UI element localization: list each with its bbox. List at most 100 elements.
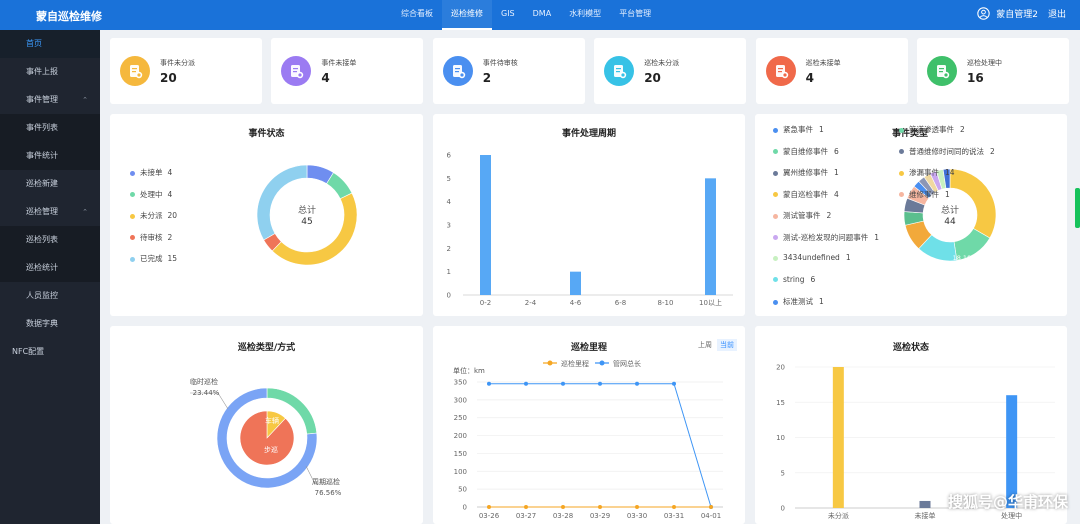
legend-label: 标准测试 [783, 297, 813, 306]
nav-tab[interactable]: GIS [492, 0, 524, 30]
series-line[interactable] [489, 383, 712, 508]
nav-tab[interactable]: 平台管理 [610, 0, 660, 30]
stat-value: 20 [644, 71, 661, 85]
sidebar-item[interactable]: 首页 [0, 30, 100, 58]
sidebar-item[interactable]: 巡检统计 [0, 254, 100, 282]
sidebar-item[interactable]: 事件列表 [0, 114, 100, 142]
nav-tab[interactable]: 综合看板 [392, 0, 442, 30]
legend-item[interactable]: 紧急事件 1 [773, 124, 824, 135]
stat-label: 事件未分派 [160, 59, 195, 67]
stat-card[interactable]: 巡检未分派 20 [594, 38, 747, 104]
data-point[interactable] [598, 381, 602, 386]
top-nav: 综合看板 巡检维修 GIS DMA 水利模型 平台管理 [392, 0, 660, 30]
y-tick-label: 0 [781, 505, 785, 513]
legend-dot-icon [773, 127, 778, 133]
legend-item[interactable]: 管道渗透事件 2 [899, 124, 965, 135]
bar[interactable] [919, 500, 931, 508]
sidebar-item[interactable]: 巡检新建 [0, 170, 100, 198]
legend-label: 测试管事件 [783, 211, 821, 220]
slice-pct-label: 2.27% [1005, 224, 1026, 232]
legend-item[interactable]: 标准测试 1 [773, 296, 824, 307]
data-point[interactable] [487, 381, 491, 386]
sidebar-item-label: 事件上报 [26, 67, 58, 76]
stat-card[interactable]: 事件未分派 20 [110, 38, 262, 104]
legend-item[interactable]: 蒙自巡检事件 4 [773, 189, 839, 200]
nav-tab[interactable]: DMA [524, 0, 561, 30]
sidebar-item[interactable]: 人员监控 [0, 282, 100, 310]
legend-marker-icon [599, 360, 605, 366]
stat-card[interactable]: 事件未接单 4 [271, 38, 424, 104]
legend-item[interactable]: 测试-巡检发现的问题事件 1 [773, 232, 879, 243]
data-point[interactable] [487, 505, 491, 509]
stat-value: 20 [160, 71, 177, 85]
sidebar-item[interactable]: 事件管理 ⌃ [0, 86, 100, 114]
sidebar-item[interactable]: 巡检管理 ⌃ [0, 198, 100, 226]
nav-tab[interactable]: 巡检维修 [442, 0, 492, 30]
data-point[interactable] [672, 505, 676, 509]
user-avatar-icon[interactable] [977, 7, 990, 20]
stat-card[interactable]: 事件待审核 2 [432, 38, 585, 104]
page-scrollbar[interactable] [1075, 188, 1080, 228]
data-point[interactable] [561, 381, 565, 386]
data-point[interactable] [635, 505, 639, 509]
bar[interactable] [705, 178, 716, 295]
stat-label: 巡检未分派 [644, 59, 680, 67]
legend-item[interactable]: string 6 [773, 275, 815, 284]
event-status-slice[interactable] [271, 192, 358, 266]
x-tick-label: 03-27 [516, 512, 536, 520]
bar[interactable] [832, 367, 844, 508]
sidebar-item[interactable]: 数据字典 [0, 310, 100, 338]
bar[interactable] [570, 271, 581, 295]
y-tick-label: 350 [454, 379, 467, 387]
user-name[interactable]: 蒙自管理2 [996, 7, 1038, 20]
outer-slice-pct: 23.44% [193, 389, 220, 397]
sidebar-item[interactable]: 事件统计 [0, 142, 100, 170]
sidebar-item[interactable]: 巡检列表 [0, 226, 100, 254]
stat-label: 巡检处理中 [967, 59, 1002, 67]
y-tick-label: 50 [458, 486, 467, 494]
legend-dot-icon [773, 277, 778, 282]
legend-item[interactable]: 渗漏事件 14 [899, 167, 955, 178]
y-tick-label: 3 [447, 222, 451, 230]
stat-card[interactable]: 巡检处理中 16 [917, 38, 1069, 104]
data-point[interactable] [672, 381, 676, 386]
legend-item[interactable]: 普通维修时间同的说法 2 [899, 146, 995, 157]
x-tick-label: 8-10 [658, 299, 674, 307]
sidebar-item-label: 事件管理 [26, 95, 58, 104]
y-tick-label: 10 [776, 434, 785, 442]
legend-label: 巡检里程 [561, 359, 589, 368]
legend-value: 1 [845, 253, 851, 262]
stat-card[interactable]: 巡检未接单 4 [755, 38, 908, 104]
data-point[interactable] [561, 505, 565, 509]
outer-slice-name: 临时巡检 [190, 377, 218, 386]
legend-item[interactable]: 翼州维修事件 1 [773, 167, 839, 178]
nav-tab[interactable]: 水利模型 [560, 0, 610, 30]
sidebar-item[interactable]: 事件上报 [0, 58, 100, 86]
y-tick-label: 5 [447, 175, 451, 183]
y-tick-label: 6 [447, 152, 452, 160]
y-tick-label: 1 [447, 268, 451, 276]
bar[interactable] [480, 155, 491, 295]
legend-value: 1 [834, 168, 839, 177]
data-point[interactable] [524, 381, 528, 386]
y-tick-label: 0 [447, 292, 451, 300]
unit-label: 单位：km [453, 366, 485, 375]
outer-slice-pct: 76.56% [315, 489, 342, 497]
sidebar-item[interactable]: NFC配置 [0, 338, 100, 366]
legend-item[interactable]: 蒙自维修事件 6 [773, 146, 839, 157]
data-point[interactable] [709, 505, 713, 509]
legend-label: 3434undefined [783, 253, 840, 262]
legend-label: 管道渗透事件 [909, 125, 954, 134]
legend-label: 维修事件 [909, 189, 939, 199]
logout-link[interactable]: 退出 [1048, 7, 1066, 20]
legend-item[interactable]: 维修事件 1 [899, 189, 950, 200]
event-status-slice[interactable] [256, 164, 308, 241]
legend-value: 1 [945, 189, 950, 199]
legend-item[interactable]: 3434undefined 1 [773, 253, 851, 262]
data-point[interactable] [635, 381, 639, 386]
data-point[interactable] [524, 505, 528, 509]
data-point[interactable] [598, 505, 602, 509]
event-cycle-bar-chart: 0 1 2 3 4 5 6 0-2 2-4 4-6 6-8 8-10 10以上 [447, 152, 733, 307]
legend-item[interactable]: 测试管事件 2 [773, 210, 831, 221]
sidebar-item-label: 事件列表 [26, 123, 58, 132]
